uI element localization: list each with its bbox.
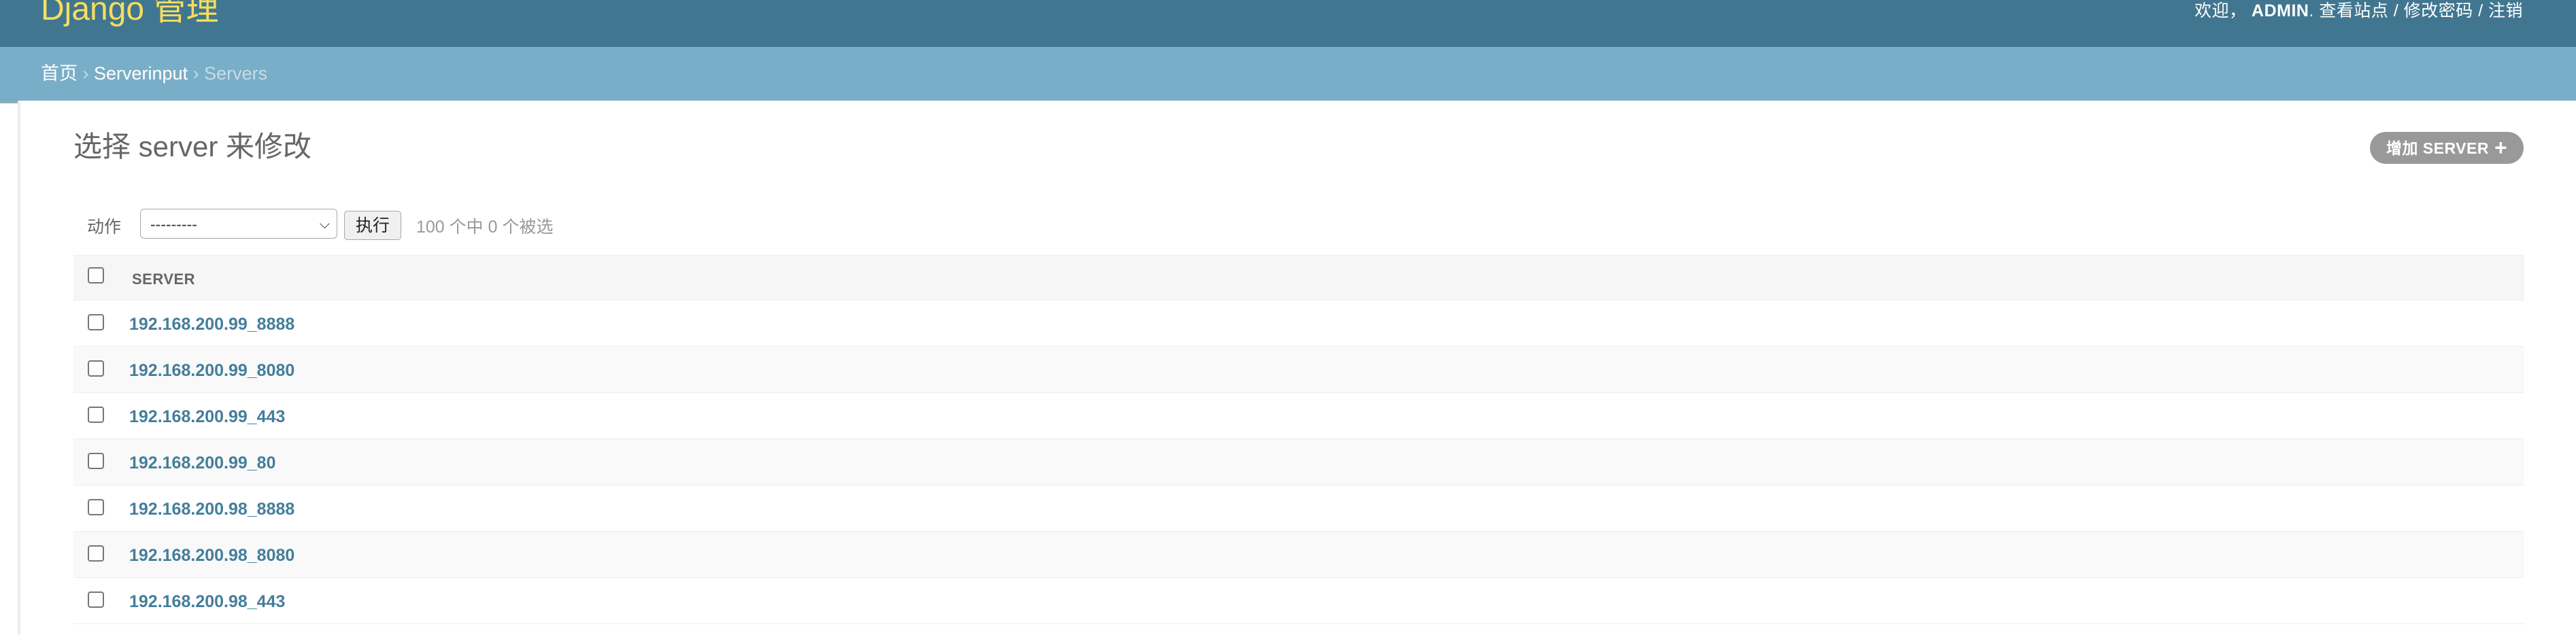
breadcrumb-current: Servers: [204, 63, 268, 84]
site-header: Django 管理 欢迎， ADMIN. 查看站点 / 修改密码 / 注销: [0, 0, 2576, 47]
row-checkbox[interactable]: [88, 360, 104, 377]
row-checkbox[interactable]: [88, 407, 104, 423]
site-branding[interactable]: Django 管理: [41, 0, 218, 29]
table-header: SERVER: [73, 255, 2524, 301]
chevron-down-icon: ⌵: [319, 217, 330, 232]
table-row: 192.168.200.99_443: [73, 393, 2524, 439]
column-header-server[interactable]: SERVER: [132, 271, 195, 288]
actions-bar: 动作 --------- ⌵ 执行 100 个中 0 个被选: [73, 204, 2524, 243]
breadcrumb-app-link[interactable]: Serverinput: [94, 63, 188, 84]
server-link[interactable]: 192.168.200.99_8888: [129, 315, 294, 334]
run-action-button[interactable]: 执行: [344, 211, 401, 240]
separator-slash: /: [2388, 1, 2404, 20]
user-tools: 欢迎， ADMIN. 查看站点 / 修改密码 / 注销: [2194, 0, 2523, 22]
row-checkbox[interactable]: [88, 453, 104, 469]
table-row: 192.168.200.99_80: [73, 439, 2524, 485]
page-title: 选择 server 来修改: [73, 131, 312, 162]
breadcrumb-separator: ›: [188, 63, 205, 84]
server-link[interactable]: 192.168.200.99_443: [129, 407, 285, 427]
action-select[interactable]: --------- ⌵: [140, 209, 337, 239]
table-row: 192.168.200.99_8080: [73, 347, 2524, 393]
table-row: 192.168.200.99_8888: [73, 301, 2524, 347]
plus-icon: +: [2494, 135, 2508, 160]
table-row: 192.168.200.98_8080: [73, 532, 2524, 578]
nav-sidebar-toggle[interactable]: [0, 101, 18, 635]
action-select-value: ---------: [150, 216, 197, 233]
breadcrumb: 首页 › Serverinput › Servers: [0, 47, 2576, 101]
separator-slash: /: [2473, 1, 2488, 20]
selection-counter: 100 个中 0 个被选: [416, 218, 554, 237]
separator-dot: .: [2309, 1, 2314, 20]
breadcrumb-home-link[interactable]: 首页: [41, 63, 78, 84]
table-row: 192.168.200.98_443: [73, 578, 2524, 624]
table-row: 192.168.200.98_8888: [73, 485, 2524, 532]
breadcrumb-separator: ›: [78, 63, 94, 84]
row-checkbox[interactable]: [88, 314, 104, 330]
add-server-label: 增加 SERVER: [2386, 139, 2489, 157]
server-link[interactable]: 192.168.200.98_8888: [129, 500, 294, 519]
logout-link[interactable]: 注销: [2488, 1, 2523, 20]
row-checkbox[interactable]: [88, 545, 104, 562]
server-link[interactable]: 192.168.200.98_8080: [129, 546, 294, 566]
action-label: 动作: [87, 218, 122, 237]
result-list: SERVER 192.168.200.99_8888 192.168.200.9…: [73, 255, 2524, 624]
welcome-text: 欢迎，: [2194, 1, 2247, 20]
server-link[interactable]: 192.168.200.99_8080: [129, 361, 294, 381]
row-checkbox[interactable]: [88, 499, 104, 515]
select-all-checkbox[interactable]: [88, 267, 104, 284]
view-site-link[interactable]: 查看站点: [2319, 1, 2388, 20]
add-server-button[interactable]: 增加 SERVER +: [2370, 132, 2524, 164]
username: ADMIN: [2251, 1, 2309, 20]
server-link[interactable]: 192.168.200.99_80: [129, 453, 276, 473]
row-checkbox[interactable]: [88, 591, 104, 608]
change-password-link[interactable]: 修改密码: [2404, 1, 2473, 20]
server-link[interactable]: 192.168.200.98_443: [129, 592, 285, 612]
